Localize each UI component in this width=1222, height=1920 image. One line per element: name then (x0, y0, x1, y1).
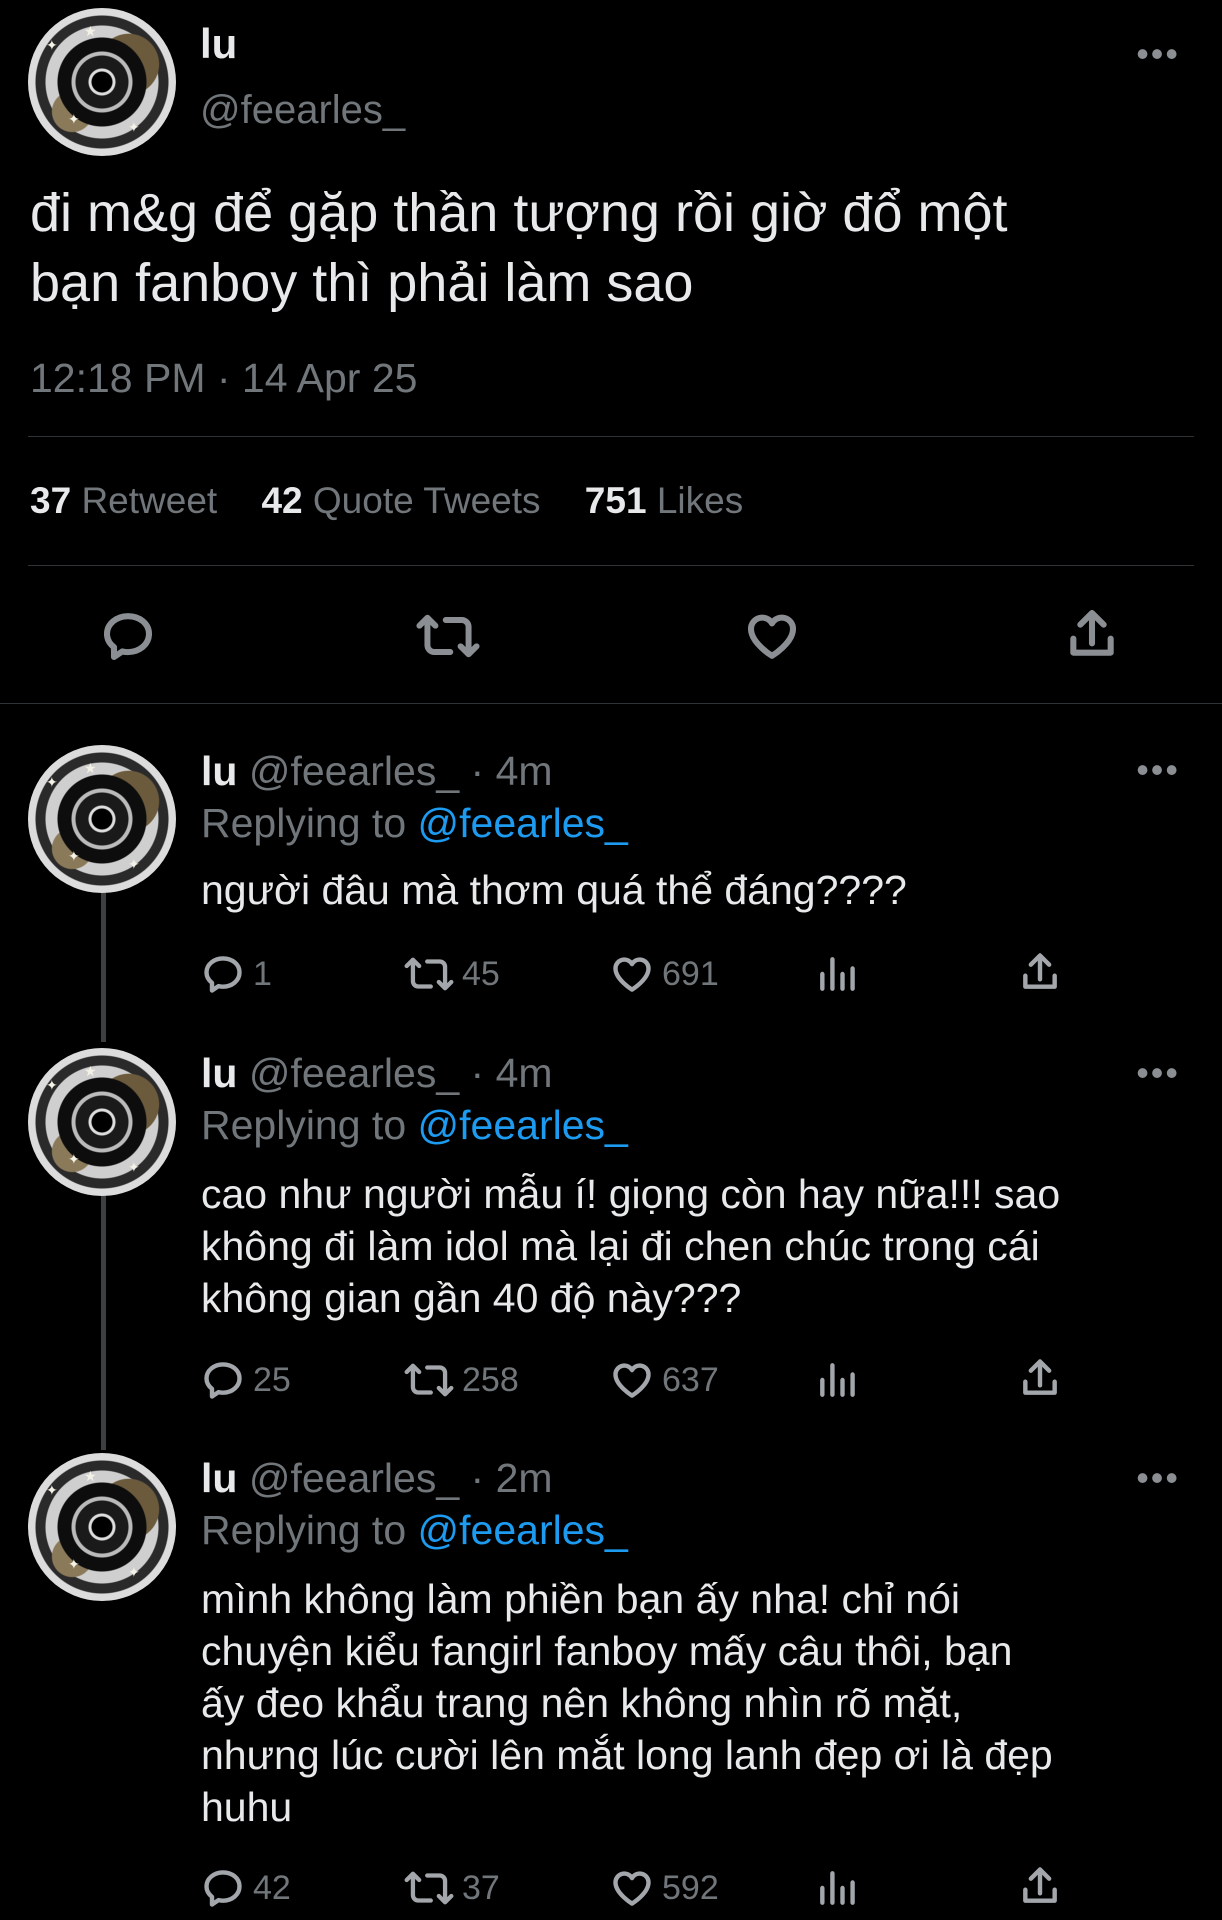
reply-text: người đâu mà thơm quá thể đáng???? (201, 867, 907, 913)
more-icon[interactable]: ••• (1136, 1055, 1180, 1091)
reply-icon[interactable] (100, 608, 156, 669)
replying-to: Replying to @feearles_ (201, 1507, 628, 1553)
reply-icon (204, 1870, 242, 1907)
replying-to: Replying to @feearles_ (201, 800, 628, 846)
replying-to: Replying to @feearles_ (201, 1102, 628, 1148)
reply-text: mình không làm phiền bạn ấy nha! chỉ nói… (201, 1576, 1053, 1830)
retweet-icon (404, 1363, 454, 1397)
share-button[interactable] (1018, 1356, 1070, 1400)
reply-header: lu @feearles_ · 2m (201, 1455, 553, 1502)
analytics-button[interactable] (815, 952, 867, 996)
analytics-icon (820, 1871, 855, 1905)
reply-header: lu @feearles_ · 4m (201, 1050, 553, 1097)
analytics-icon (820, 1363, 855, 1397)
share-icon[interactable] (1064, 606, 1120, 667)
handle-time[interactable]: @feearles_ · 4m (249, 1050, 553, 1096)
share-button[interactable] (1018, 950, 1070, 994)
avatar[interactable]: ✦ ✦ ✦ ★ (28, 745, 176, 893)
mention-link[interactable]: @feearles_ (418, 1507, 628, 1553)
retweet-button[interactable]: 258 (404, 1358, 519, 1402)
likes-stat[interactable]: 751 Likes (585, 480, 743, 521)
tweet-stats: 37 Retweet 42 Quote Tweets 751 Likes (30, 480, 743, 522)
more-icon[interactable]: ••• (1136, 752, 1180, 788)
like-button[interactable]: 691 (610, 952, 719, 996)
section-divider (0, 703, 1222, 704)
retweet-icon (404, 1871, 454, 1905)
mention-link[interactable]: @feearles_ (418, 800, 628, 846)
thread-line (101, 892, 106, 1042)
analytics-icon (820, 957, 855, 991)
divider (28, 436, 1194, 437)
like-button[interactable]: 592 (610, 1866, 719, 1910)
handle-time[interactable]: @feearles_ · 4m (249, 748, 553, 794)
retweet-button[interactable]: 37 (404, 1866, 500, 1910)
reply-header: lu @feearles_ · 4m (201, 748, 553, 795)
display-name[interactable]: lu (200, 20, 237, 68)
avatar[interactable]: ✦ ✦ ✦ ★ (28, 1453, 176, 1601)
like-icon (613, 1871, 651, 1906)
avatar[interactable]: ✦ ✦ ✦ ★ (28, 1048, 176, 1196)
divider (28, 565, 1194, 566)
share-button[interactable] (1018, 1864, 1070, 1908)
reply-text: cao như người mẫu í! giọng còn hay nữa!!… (201, 1171, 1061, 1321)
like-icon[interactable] (744, 608, 800, 669)
share-icon (1023, 1359, 1057, 1395)
mention-link[interactable]: @feearles_ (418, 1102, 628, 1148)
analytics-button[interactable] (815, 1358, 867, 1402)
retweets-stat[interactable]: 37 Retweet (30, 480, 227, 521)
share-icon (1023, 1867, 1057, 1903)
analytics-button[interactable] (815, 1866, 867, 1910)
reply-button[interactable]: 1 (201, 952, 272, 996)
like-button[interactable]: 637 (610, 1358, 719, 1402)
quote-tweets-stat[interactable]: 42 Quote Tweets (261, 480, 550, 521)
reply-icon (204, 956, 242, 993)
reply-button[interactable]: 25 (201, 1358, 291, 1402)
like-icon (613, 957, 651, 992)
timestamp[interactable]: 12:18 PM · 14 Apr 25 (30, 355, 417, 402)
share-icon (1023, 953, 1057, 989)
display-name[interactable]: lu (201, 1455, 237, 1501)
handle-time[interactable]: @feearles_ · 2m (249, 1455, 553, 1501)
handle[interactable]: @feearles_ (200, 88, 405, 133)
reply-button[interactable]: 42 (201, 1866, 291, 1910)
retweet-icon[interactable] (416, 608, 480, 669)
more-icon[interactable]: ••• (1136, 36, 1180, 72)
avatar[interactable]: ✦ ✦ ✦ ★ (28, 8, 176, 156)
display-name[interactable]: lu (201, 748, 237, 794)
retweet-icon (404, 957, 454, 991)
reply-icon (204, 1362, 242, 1399)
tweet-text: đi m&g để gặp thần tượng rồi giờ đổ một … (30, 183, 1008, 313)
display-name[interactable]: lu (201, 1050, 237, 1096)
like-icon (613, 1363, 651, 1398)
thread-line (101, 1195, 106, 1450)
more-icon[interactable]: ••• (1136, 1460, 1180, 1496)
retweet-button[interactable]: 45 (404, 952, 500, 996)
